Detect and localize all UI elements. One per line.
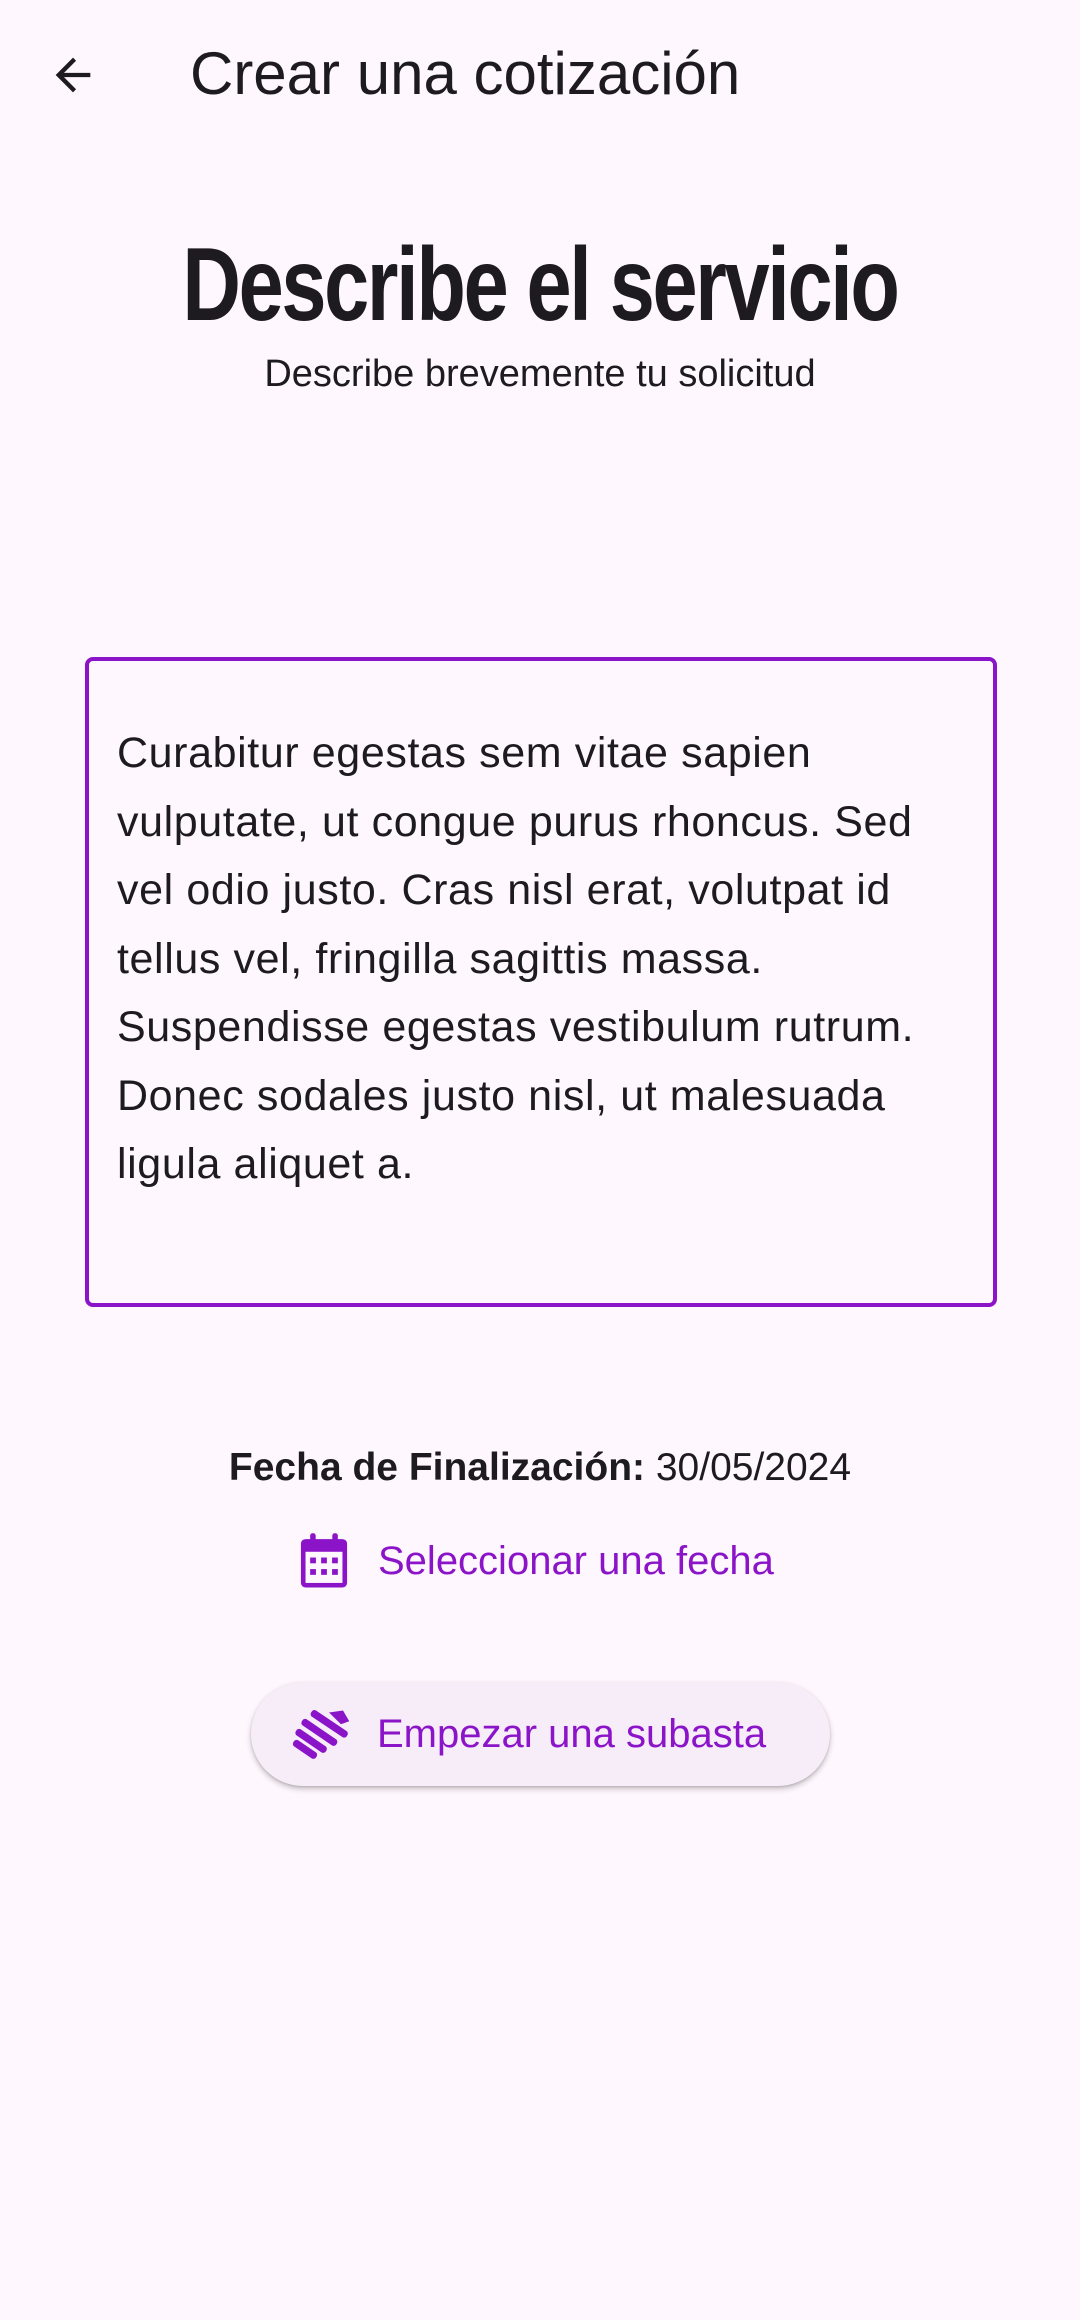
end-date-value: 30/05/2024 <box>655 1446 852 1489</box>
select-date-label: Seleccionar una fecha <box>378 1538 774 1583</box>
back-button[interactable] <box>28 30 118 120</box>
description-textarea[interactable] <box>117 719 969 1279</box>
select-date-button[interactable]: Seleccionar una fecha <box>290 1526 790 1596</box>
end-date-row: Fecha de Finalización: 30/05/2024 <box>0 1440 1080 1496</box>
start-auction-button[interactable]: Empezar una subasta <box>251 1682 830 1786</box>
arrow-back-icon <box>55 57 91 93</box>
page-title: Crear una cotización <box>190 40 741 107</box>
calendar-icon <box>296 1531 352 1591</box>
section-subheading: Describe brevemente tu solicitud <box>264 353 816 395</box>
end-date-label: Fecha de Finalización: <box>228 1446 646 1489</box>
start-auction-label: Empezar una subasta <box>377 1711 767 1756</box>
description-field[interactable] <box>85 657 997 1307</box>
handshake-icon <box>293 1704 353 1764</box>
section-heading: Describe el servicio <box>182 227 900 343</box>
app-bar: Crear una cotización <box>0 0 1080 150</box>
